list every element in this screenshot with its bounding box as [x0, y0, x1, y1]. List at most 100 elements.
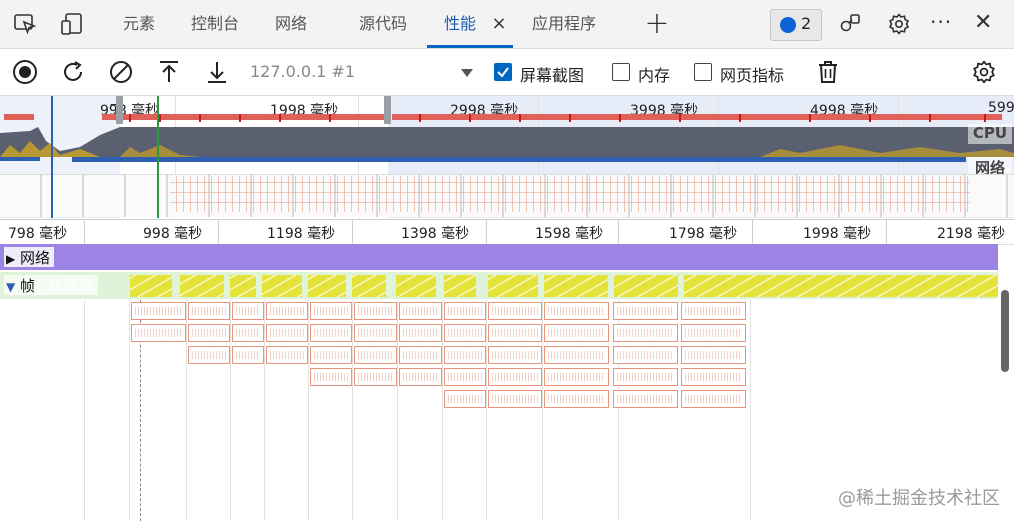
- frame-screenshot[interactable]: [613, 302, 678, 320]
- frame-screenshot[interactable]: [613, 390, 678, 408]
- frame-screenshot[interactable]: [232, 346, 264, 364]
- frame-screenshot[interactable]: [310, 302, 352, 320]
- frame-screenshot[interactable]: [310, 368, 352, 386]
- download-icon[interactable]: [204, 59, 230, 85]
- vertical-scrollbar[interactable]: [1001, 290, 1009, 372]
- reload-icon[interactable]: [60, 59, 86, 85]
- frame-screenshot[interactable]: [444, 346, 486, 364]
- frame-screenshot[interactable]: [354, 302, 397, 320]
- frame-screenshot[interactable]: [613, 324, 678, 342]
- frame-screenshot[interactable]: [544, 324, 609, 342]
- frame-screenshot[interactable]: [613, 368, 678, 386]
- network-track-header[interactable]: ▶ 网络: [4, 247, 55, 267]
- trash-icon[interactable]: [815, 59, 841, 85]
- frame-screenshot[interactable]: [188, 346, 230, 364]
- timeline-overview[interactable]: 99̅8 毫秒 1998 毫秒 2998 毫秒 3998 毫秒 4998 毫秒 …: [0, 96, 1014, 218]
- performance-toolbar: 127.0.0.1 #1 屏幕截图 内存 网页指标: [0, 49, 1014, 96]
- frame-screenshot[interactable]: [444, 324, 486, 342]
- issues-badge[interactable]: 2: [770, 9, 822, 41]
- profile-select[interactable]: 127.0.0.1 #1: [250, 62, 355, 81]
- capture-settings-icon[interactable]: [971, 59, 997, 85]
- frame-screenshot[interactable]: [354, 324, 397, 342]
- frames-track-value: 0 毫秒: [49, 277, 95, 295]
- feedback-icon: [780, 17, 796, 33]
- network-activity-bar: [72, 157, 966, 162]
- ruler-tick: 2198 毫秒: [937, 226, 1006, 242]
- more-options-icon[interactable]: ···: [930, 10, 952, 34]
- screenshots-checkbox[interactable]: [494, 63, 512, 81]
- frame-screenshot[interactable]: [544, 302, 609, 320]
- frame-screenshot[interactable]: [444, 390, 486, 408]
- frame-screenshot[interactable]: [310, 346, 352, 364]
- frame-screenshot[interactable]: [613, 346, 678, 364]
- ruler-tick: 1998 毫秒: [803, 226, 872, 242]
- frame-screenshot[interactable]: [232, 302, 264, 320]
- web-vitals-checkbox[interactable]: [694, 63, 712, 81]
- frame-screenshot[interactable]: [444, 368, 486, 386]
- frame-screenshot[interactable]: [354, 346, 397, 364]
- close-devtools-icon[interactable]: ✕: [974, 10, 992, 35]
- frame-screenshot[interactable]: [266, 302, 308, 320]
- tab-console[interactable]: 控制台: [178, 0, 252, 48]
- tab-performance[interactable]: 性能: [432, 0, 488, 48]
- frame-screenshot[interactable]: [681, 346, 746, 364]
- frame-screenshot[interactable]: [444, 302, 486, 320]
- frame-screenshot[interactable]: [232, 324, 264, 342]
- frames-track[interactable]: ▼ 帧 0 毫秒: [0, 272, 998, 299]
- frame-screenshot[interactable]: [266, 324, 308, 342]
- frame-screenshot[interactable]: [488, 368, 542, 386]
- frame-screenshot[interactable]: [131, 324, 186, 342]
- dropdown-arrow-icon[interactable]: [460, 68, 474, 78]
- selection-handle-left[interactable]: [116, 96, 123, 124]
- frames-track-label: 帧: [20, 277, 36, 295]
- dcl-marker: [51, 96, 53, 218]
- upload-icon[interactable]: [156, 59, 182, 85]
- expand-arrow-icon: ▶: [6, 252, 16, 266]
- frame-screenshot[interactable]: [131, 302, 186, 320]
- check-icon: [497, 67, 509, 78]
- frame-screenshot[interactable]: [354, 368, 397, 386]
- frame-screenshot[interactable]: [544, 390, 609, 408]
- record-icon[interactable]: [12, 59, 38, 85]
- memory-checkbox[interactable]: [612, 63, 630, 81]
- long-task-ticks: [129, 114, 986, 122]
- frames-track-header[interactable]: ▼ 帧 0 毫秒: [4, 275, 99, 295]
- frame-screenshot[interactable]: [399, 302, 442, 320]
- frame-screenshot[interactable]: [188, 302, 230, 320]
- add-tab-icon[interactable]: +: [640, 0, 674, 48]
- frame-screenshot[interactable]: [188, 324, 230, 342]
- frame-screenshot[interactable]: [266, 346, 308, 364]
- frame-screenshot[interactable]: [488, 390, 542, 408]
- frame-screenshot[interactable]: [488, 346, 542, 364]
- frame-screenshot[interactable]: [681, 302, 746, 320]
- network-track-label: 网络: [20, 249, 51, 267]
- frame-bars: [130, 275, 998, 297]
- settings-icon[interactable]: [887, 12, 911, 36]
- connect-icon[interactable]: [838, 12, 862, 36]
- tab-sources[interactable]: 源代码: [346, 0, 420, 48]
- frame-screenshot[interactable]: [310, 324, 352, 342]
- frame-screenshot[interactable]: [399, 368, 442, 386]
- selection-handle-right[interactable]: [384, 96, 391, 124]
- frame-screenshot[interactable]: [544, 346, 609, 364]
- frame-screenshot[interactable]: [488, 302, 542, 320]
- network-activity-bar: [0, 157, 40, 161]
- clear-icon[interactable]: [108, 59, 134, 85]
- frame-screenshot[interactable]: [399, 324, 442, 342]
- devtools-tab-bar: 元素 控制台 网络 源代码 性能 × 应用程序 + 2 ··· ✕: [0, 0, 1014, 49]
- tab-network[interactable]: 网络: [258, 0, 324, 48]
- tab-close-icon[interactable]: ×: [488, 0, 510, 48]
- network-track[interactable]: ▶ 网络: [0, 244, 998, 270]
- frame-screenshot[interactable]: [399, 346, 442, 364]
- tab-elements[interactable]: 元素: [106, 0, 172, 48]
- inspect-icon[interactable]: [13, 12, 37, 36]
- frame-screenshot[interactable]: [681, 324, 746, 342]
- frame-screenshot[interactable]: [681, 368, 746, 386]
- ruler-tick: 1198 毫秒: [267, 226, 336, 242]
- tab-application[interactable]: 应用程序: [518, 0, 610, 48]
- frame-screenshot[interactable]: [544, 368, 609, 386]
- device-toggle-icon[interactable]: [60, 12, 84, 36]
- frame-screenshot[interactable]: [681, 390, 746, 408]
- screenshots-label: 屏幕截图: [520, 66, 585, 85]
- frame-screenshot[interactable]: [488, 324, 542, 342]
